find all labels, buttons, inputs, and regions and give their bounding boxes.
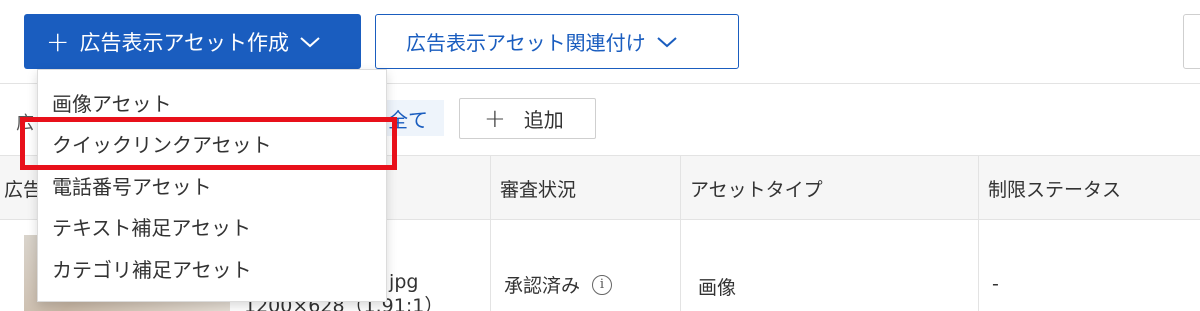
column-header-review[interactable]: 審査状況 — [500, 156, 576, 221]
dropdown-item-phone-asset[interactable]: 電話番号アセット — [52, 171, 212, 200]
link-asset-label: 広告表示アセット関連付け — [406, 31, 646, 55]
column-header-type[interactable]: アセットタイプ — [690, 156, 823, 221]
dropdown-item-text-asset[interactable]: テキスト補足アセット — [52, 212, 251, 241]
column-divider — [490, 156, 491, 221]
create-asset-label: 広告表示アセット作成 — [79, 30, 290, 55]
chevron-down-icon — [299, 30, 321, 54]
add-label: 追加 — [523, 108, 564, 132]
restriction-status: - — [992, 273, 999, 295]
toolbar-extra-button[interactable] — [1183, 14, 1200, 69]
review-status: 承認済み i — [504, 271, 613, 298]
column-divider — [978, 221, 979, 311]
asset-type: 画像 — [698, 277, 737, 299]
column-header-restriction[interactable]: 制限ステータス — [988, 156, 1121, 221]
link-asset-button[interactable]: 広告表示アセット関連付け — [375, 14, 739, 69]
chevron-down-icon — [656, 30, 678, 54]
info-icon[interactable]: i — [592, 274, 613, 295]
column-divider — [680, 221, 681, 311]
add-button[interactable]: + 追加 — [459, 98, 596, 139]
column-divider — [978, 156, 979, 221]
column-divider — [680, 156, 681, 221]
highlight-box — [20, 117, 397, 170]
create-asset-button[interactable]: + 広告表示アセット作成 — [24, 14, 361, 69]
dropdown-item-category-asset[interactable]: カテゴリ補足アセット — [52, 254, 252, 283]
column-divider — [490, 221, 491, 311]
dropdown-item-image-asset[interactable]: 画像アセット — [52, 88, 172, 117]
review-status-label: 承認済み — [504, 275, 581, 297]
plus-icon: + — [484, 103, 506, 134]
asset-type-dropdown: 画像アセット クイックリンクアセット 電話番号アセット テキスト補足アセット カ… — [37, 69, 387, 302]
plus-icon: + — [46, 24, 70, 58]
